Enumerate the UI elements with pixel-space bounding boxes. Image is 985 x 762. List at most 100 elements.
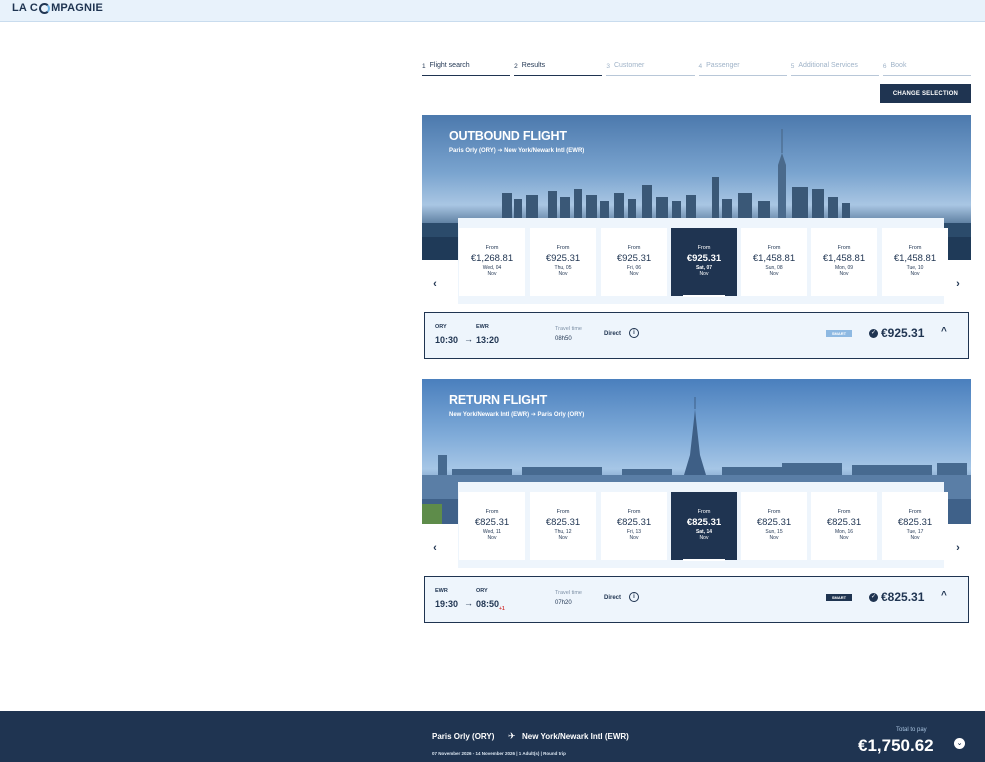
arrow-right-icon: →: [464, 334, 473, 344]
step-flight-search[interactable]: 1 Flight search: [422, 60, 511, 76]
route-destination: New York/Newark Intl (EWR): [504, 148, 585, 154]
change-selection-button[interactable]: CHANGE SELECTION: [880, 84, 971, 103]
date-option[interactable]: From €825.31 Tue, 17 Nov: [882, 492, 948, 560]
logo-text-left: LA C: [12, 2, 39, 14]
selected-indicator: [683, 295, 725, 297]
from-label: From: [837, 245, 851, 251]
selected-indicator: [683, 559, 725, 561]
arrival-time: 13:20: [476, 335, 499, 348]
date-price: €825.31: [826, 517, 862, 528]
outbound-date-carousel: From €1,268.81 Wed, 04 Nov From €925.31 Thu, …: [458, 218, 948, 304]
date-price: €825.31: [897, 517, 933, 528]
date-option[interactable]: From €1,458.81 Mon, 09 Nov: [811, 228, 877, 296]
chevron-down-icon[interactable]: ⌄: [954, 738, 965, 749]
date-month: Nov: [769, 535, 779, 541]
step-customer: 3 Customer: [606, 60, 695, 76]
date-option[interactable]: From €825.31 Mon, 16 Nov: [811, 492, 877, 560]
date-month: Nov: [629, 535, 639, 541]
from-label: From: [767, 245, 781, 251]
step-number: 2: [514, 63, 518, 70]
selected-price: €825.31: [881, 590, 925, 604]
date-month: Nov: [487, 271, 497, 277]
chevron-up-icon[interactable]: ^: [941, 326, 947, 337]
date-price: €825.31: [686, 517, 722, 528]
from-label: From: [627, 245, 641, 251]
step-number: 6: [882, 63, 887, 70]
check-icon: ✓: [869, 329, 878, 338]
date-month: Nov: [839, 271, 849, 277]
outbound-title: OUTBOUND FLIGHT: [449, 129, 567, 143]
route-origin: New York/Newark Intl (EWR): [449, 412, 530, 418]
trip-details: 07 November 2026 - 14 November 2026 | 1 …: [432, 751, 566, 756]
next-date-chevron-right-icon[interactable]: ›: [951, 277, 965, 291]
step-additional-services: 5 Additional Services: [790, 60, 879, 76]
date-price: €1,458.81: [752, 253, 796, 264]
date-month: Nov: [699, 535, 709, 541]
fare-badge: SMART: [826, 594, 852, 601]
route-arrow-icon: ➔: [497, 148, 503, 154]
brand-logo[interactable]: LA C MPAGNIE: [12, 2, 103, 14]
next-date-chevron-right-icon[interactable]: ›: [951, 541, 965, 555]
arrival-time: 08:50+1: [476, 599, 505, 612]
date-option[interactable]: From €1,458.81 Tue, 10 Nov: [882, 228, 948, 296]
from-label: From: [485, 245, 499, 251]
prev-date-chevron-left-icon[interactable]: ‹: [428, 541, 442, 555]
route-origin: Paris Orly (ORY): [449, 148, 496, 154]
from-label: From: [908, 245, 922, 251]
step-label: Customer: [613, 62, 645, 69]
outbound-flight-section: OUTBOUND FLIGHT Paris Orly (ORY) ➔ New Y…: [422, 115, 971, 359]
date-month: Nov: [487, 535, 497, 541]
date-option[interactable]: From €1,458.81 Sun, 08 Nov: [741, 228, 807, 296]
step-results[interactable]: 2 Results: [514, 60, 603, 76]
route-destination: Paris Orly (ORY): [537, 412, 585, 418]
top-bar: LA C MPAGNIE: [0, 0, 985, 22]
from-label: From: [767, 509, 781, 515]
step-passenger: 4 Passenger: [698, 60, 787, 76]
date-option[interactable]: From €825.31 Wed, 11 Nov: [459, 492, 525, 560]
step-number: 3: [606, 63, 610, 70]
total-label: Total to pay: [896, 727, 927, 733]
total-price: €1,750.62: [858, 736, 934, 755]
date-month: Nov: [629, 271, 639, 277]
from-label: From: [837, 509, 851, 515]
outbound-flight-summary[interactable]: ORY EWR 10:30 → 13:20 Travel time 08h50 …: [424, 312, 969, 359]
date-price: €1,458.81: [822, 253, 866, 264]
date-option[interactable]: From €825.31 Thu, 12 Nov: [530, 492, 596, 560]
return-date-carousel: From €825.31 Wed, 11 Nov From €825.31 Thu, 12…: [458, 482, 948, 568]
info-icon[interactable]: i: [629, 328, 639, 338]
date-price: €825.31: [756, 517, 792, 528]
plane-icon: ✈: [508, 731, 516, 741]
date-month: Nov: [699, 271, 709, 277]
direct-label: Direct: [604, 331, 622, 337]
date-option[interactable]: From €825.31 Sun, 15 Nov: [741, 492, 807, 560]
step-label: Flight search: [429, 62, 470, 69]
travel-time-label: Travel time: [555, 590, 582, 596]
day-offset: +1: [499, 605, 505, 612]
from-label: From: [697, 245, 711, 251]
date-price: €825.31: [545, 517, 581, 528]
step-label: Results: [521, 62, 546, 69]
departure-time: 10:30: [435, 335, 459, 345]
departure-code: EWR: [435, 588, 448, 594]
from-label: From: [556, 509, 570, 515]
return-flight-section: RETURN FLIGHT New York/Newark Intl (EWR)…: [422, 379, 971, 623]
info-icon[interactable]: i: [629, 592, 639, 602]
outbound-route: Paris Orly (ORY) ➔ New York/Newark Intl …: [449, 147, 584, 154]
date-month: Nov: [910, 271, 920, 277]
date-option[interactable]: From €1,268.81 Wed, 04 Nov: [459, 228, 525, 296]
date-option[interactable]: From €925.31 Thu, 05 Nov: [530, 228, 596, 296]
footer-origin: Paris Orly (ORY): [432, 732, 495, 741]
logo-o-icon: [39, 2, 51, 14]
date-option-selected[interactable]: From €825.31 Sat, 14 Nov: [671, 492, 737, 561]
prev-date-chevron-left-icon[interactable]: ‹: [428, 277, 442, 291]
date-month: Nov: [558, 535, 568, 541]
date-option-selected[interactable]: From €925.31 Sat, 07 Nov: [671, 228, 737, 297]
booking-summary-footer: Paris Orly (ORY) ✈ New York/Newark Intl …: [0, 711, 985, 762]
return-flight-summary[interactable]: EWR ORY 19:30 → 08:50+1 Travel time 07h2…: [424, 576, 969, 623]
date-option[interactable]: From €825.31 Fri, 13 Nov: [601, 492, 667, 560]
date-price: €1,458.81: [893, 253, 937, 264]
arrival-code: EWR: [476, 324, 489, 330]
chevron-up-icon[interactable]: ^: [941, 590, 947, 601]
arrival-time-value: 13:20: [476, 335, 500, 345]
date-option[interactable]: From €925.31 Fri, 06 Nov: [601, 228, 667, 296]
